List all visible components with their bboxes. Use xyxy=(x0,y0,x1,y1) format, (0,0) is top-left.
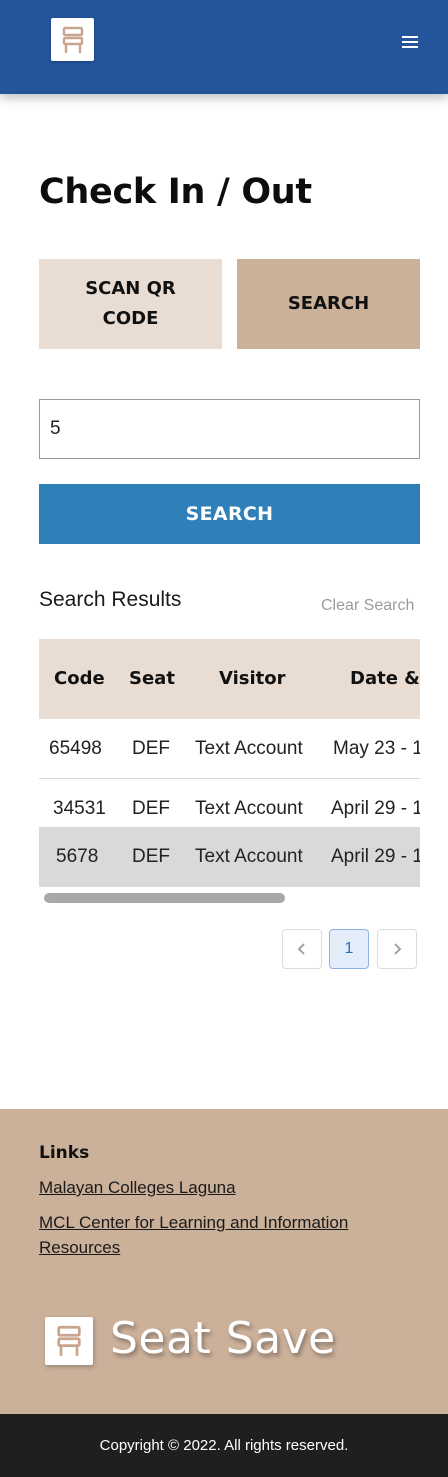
clear-search-link[interactable]: Clear Search xyxy=(321,597,414,615)
search-input[interactable] xyxy=(39,399,420,459)
cell-visitor: Text Account xyxy=(195,738,303,759)
scan-qr-tab[interactable]: SCAN QR CODE xyxy=(39,259,222,349)
seat-chair-icon xyxy=(62,26,83,53)
brand-name: Seat Save xyxy=(110,1313,336,1364)
top-navbar xyxy=(0,0,448,94)
logo[interactable] xyxy=(51,18,94,61)
cell-date: April 29 - 1 xyxy=(331,846,420,867)
menu-button[interactable] xyxy=(396,29,424,55)
table-row-highlighted[interactable]: 5678 DEF Text Account April 29 - 1 xyxy=(39,827,420,887)
footer-links-heading: Links xyxy=(39,1143,90,1163)
scan-qr-tab-label: SCAN QR CODE xyxy=(85,278,176,329)
cell-visitor: Text Account xyxy=(195,846,303,867)
seat-chair-icon xyxy=(57,1325,81,1356)
column-header-code[interactable]: Code xyxy=(54,639,105,719)
scrollbar-thumb[interactable] xyxy=(44,893,285,903)
page-button-current[interactable]: 1 xyxy=(329,929,369,969)
results-table: Code Seat Visitor Date & 65498 DEF Text … xyxy=(39,639,420,905)
results-title: Search Results xyxy=(39,588,182,611)
search-tab-label: SEARCH xyxy=(287,293,370,314)
footer-link-mcl-center[interactable]: MCL Center for Learning and Information … xyxy=(39,1210,399,1260)
cell-code: 5678 xyxy=(56,846,99,867)
footer: Links Malayan Colleges Laguna MCL Center… xyxy=(0,1109,448,1414)
copyright-text: Copyright © 2022. All rights reserved. xyxy=(99,1437,349,1454)
cell-code: 34531 xyxy=(53,798,106,819)
cell-seat: DEF xyxy=(132,738,170,759)
footer-link-mcl[interactable]: Malayan Colleges Laguna xyxy=(39,1175,399,1200)
cell-code: 65498 xyxy=(49,738,102,759)
copyright-bar: Copyright © 2022. All rights reserved. xyxy=(0,1414,448,1477)
page-title: Check In / Out xyxy=(39,172,312,212)
cell-seat: DEF xyxy=(132,846,170,867)
hamburger-menu-icon xyxy=(402,36,418,48)
cell-seat: DEF xyxy=(132,798,170,819)
next-page-button[interactable] xyxy=(377,929,417,969)
cell-date: April 29 - 1 xyxy=(331,798,420,819)
column-header-date[interactable]: Date & xyxy=(350,639,420,719)
search-button[interactable]: SEARCH xyxy=(39,484,420,544)
chevron-right-icon xyxy=(394,943,402,955)
table-row[interactable]: 34531 DEF Text Account April 29 - 1 xyxy=(39,780,420,827)
brand-logo xyxy=(45,1317,93,1365)
cell-date: May 23 - 1 xyxy=(333,738,420,759)
chevron-left-icon xyxy=(297,943,305,955)
search-tab[interactable]: SEARCH xyxy=(237,259,420,349)
column-header-seat[interactable]: Seat xyxy=(129,639,175,719)
cell-visitor: Text Account xyxy=(195,798,303,819)
prev-page-button[interactable] xyxy=(282,929,322,969)
table-row[interactable]: 65498 DEF Text Account May 23 - 1 xyxy=(39,719,420,779)
column-header-visitor[interactable]: Visitor xyxy=(219,639,286,719)
table-header: Code Seat Visitor Date & xyxy=(39,639,420,719)
